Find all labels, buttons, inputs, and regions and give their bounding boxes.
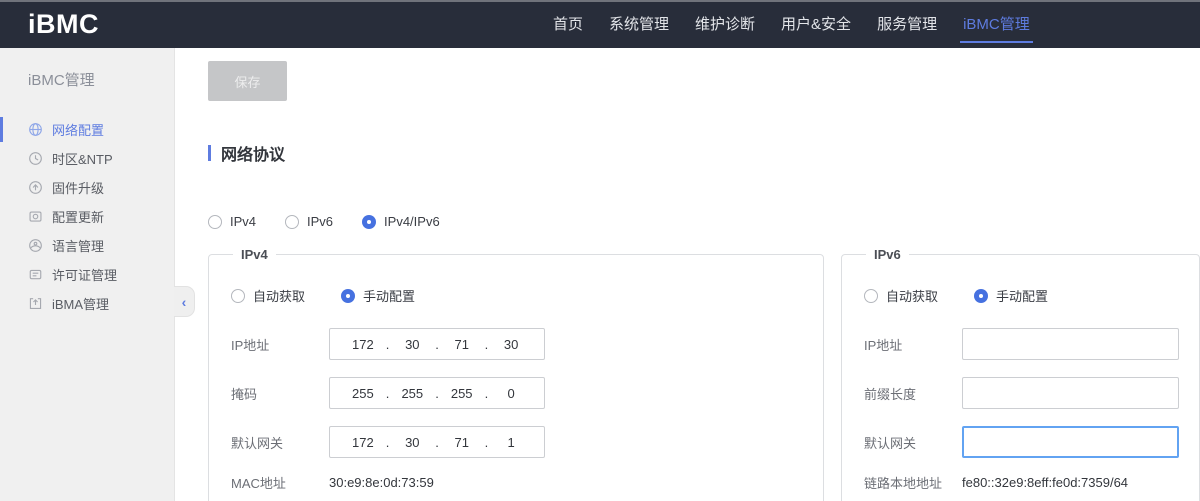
ipv6-link-local-row: 链路本地地址 fe80::32e9:8eff:fe0d:7359/64	[864, 472, 1179, 492]
main-content: 保存 网络协议 IPv4 IPv6 IPv4/IPv6 IPv4	[175, 48, 1200, 501]
nav-item-user-security[interactable]: 用户&安全	[768, 0, 864, 48]
save-button[interactable]: 保存	[208, 61, 287, 101]
ipv4-ip-address-row: IP地址 172 . 30 . 71 . 30	[231, 328, 803, 360]
sidebar-collapse-button[interactable]: ‹	[174, 286, 195, 317]
ipv4-manual-option[interactable]: 手动配置	[341, 286, 415, 305]
sidebar-item-license-management[interactable]: 许可证管理	[0, 260, 174, 289]
top-bar: iBMC 首页 系统管理 维护诊断 用户&安全 服务管理 iBMC管理	[0, 0, 1200, 48]
ip-octet[interactable]: 255	[439, 386, 485, 401]
sidebar: iBMC管理 网络配置 时区&NTP 固件升级	[0, 48, 175, 501]
sidebar-title: iBMC管理	[28, 69, 174, 90]
ipv6-manual-option[interactable]: 手动配置	[974, 286, 1048, 305]
sidebar-item-label: 语言管理	[52, 236, 104, 255]
ip-octet[interactable]: 0	[488, 386, 534, 401]
ipv6-ip-address-row: IP地址	[864, 328, 1179, 360]
sidebar-item-label: 网络配置	[52, 120, 104, 139]
ipv6-panel: IPv6 自动获取 手动配置 IP地址 前缀长度	[841, 247, 1200, 501]
ipv6-gateway-row: 默认网关	[864, 426, 1179, 458]
ipv4-mode-group: 自动获取 手动配置	[231, 286, 803, 305]
radio-selected-icon[interactable]	[974, 289, 988, 303]
ipv6-mode-group: 自动获取 手动配置	[864, 286, 1179, 305]
protocol-option-ipv4[interactable]: IPv4	[208, 214, 256, 229]
protocol-option-ipv4-ipv6[interactable]: IPv4/IPv6	[362, 214, 440, 229]
ipv4-ip-address-input[interactable]: 172 . 30 . 71 . 30	[329, 328, 545, 360]
field-label: 默认网关	[864, 433, 962, 452]
ip-octet[interactable]: 30	[389, 337, 435, 352]
license-icon	[28, 267, 43, 282]
protocol-radio-group: IPv4 IPv6 IPv4/IPv6	[208, 214, 1200, 229]
chevron-left-icon: ‹	[182, 294, 187, 310]
sidebar-item-config-update[interactable]: 配置更新	[0, 202, 174, 231]
ipv6-ip-address-input[interactable]	[962, 328, 1179, 360]
sidebar-item-label: iBMA管理	[52, 294, 109, 313]
sidebar-item-label: 时区&NTP	[52, 149, 113, 168]
ipv6-prefix-length-row: 前缀长度	[864, 377, 1179, 409]
ibma-icon	[28, 296, 43, 311]
radio-icon[interactable]	[208, 215, 222, 229]
sidebar-item-ibma-management[interactable]: iBMA管理	[0, 289, 174, 318]
ipv4-netmask-input[interactable]: 255 . 255 . 255 . 0	[329, 377, 545, 409]
field-label: 前缀长度	[864, 384, 962, 403]
nav-item-home[interactable]: 首页	[540, 0, 596, 48]
ipv4-auto-option[interactable]: 自动获取	[231, 286, 305, 305]
config-update-icon	[28, 209, 43, 224]
field-label: 掩码	[231, 384, 329, 403]
upgrade-icon	[28, 180, 43, 195]
radio-selected-icon[interactable]	[341, 289, 355, 303]
section-network-protocol: 网络协议	[208, 141, 1200, 165]
ip-octet[interactable]: 172	[340, 337, 386, 352]
radio-icon[interactable]	[285, 215, 299, 229]
globe-icon	[28, 122, 43, 137]
top-nav: 首页 系统管理 维护诊断 用户&安全 服务管理 iBMC管理	[540, 0, 1043, 48]
clock-icon	[28, 151, 43, 166]
radio-icon[interactable]	[231, 289, 245, 303]
ip-octet[interactable]: 71	[439, 435, 485, 450]
field-label: MAC地址	[231, 473, 329, 492]
nav-item-system[interactable]: 系统管理	[596, 0, 682, 48]
link-local-address-value: fe80::32e9:8eff:fe0d:7359/64	[962, 475, 1128, 490]
ipv6-gateway-input[interactable]	[962, 426, 1179, 458]
language-icon	[28, 238, 43, 253]
ibmc-logo: iBMC	[28, 9, 99, 40]
ip-octet[interactable]: 1	[488, 435, 534, 450]
ip-octet[interactable]: 71	[439, 337, 485, 352]
section-title-text: 网络协议	[221, 141, 285, 165]
ipv4-netmask-row: 掩码 255 . 255 . 255 . 0	[231, 377, 803, 409]
ipv6-prefix-length-input[interactable]	[962, 377, 1179, 409]
sidebar-item-label: 固件升级	[52, 178, 104, 197]
ip-octet[interactable]: 30	[389, 435, 435, 450]
sidebar-item-language-management[interactable]: 语言管理	[0, 231, 174, 260]
ip-octet[interactable]: 172	[340, 435, 386, 450]
radio-icon[interactable]	[864, 289, 878, 303]
ipv4-legend: IPv4	[233, 247, 276, 262]
ipv6-legend: IPv6	[866, 247, 909, 262]
field-label: 链路本地地址	[864, 473, 962, 492]
field-label: 默认网关	[231, 433, 329, 452]
section-accent-bar	[208, 145, 211, 161]
protocol-option-ipv6[interactable]: IPv6	[285, 214, 333, 229]
mac-address-value: 30:e9:8e:0d:73:59	[329, 475, 434, 490]
ip-octet[interactable]: 255	[389, 386, 435, 401]
sidebar-item-label: 许可证管理	[52, 265, 117, 284]
sidebar-item-label: 配置更新	[52, 207, 104, 226]
sidebar-item-timezone-ntp[interactable]: 时区&NTP	[0, 144, 174, 173]
sidebar-item-network-config[interactable]: 网络配置	[0, 115, 174, 144]
nav-item-maintenance[interactable]: 维护诊断	[682, 0, 768, 48]
ip-octet[interactable]: 30	[488, 337, 534, 352]
field-label: IP地址	[231, 335, 329, 354]
nav-item-services[interactable]: 服务管理	[864, 0, 950, 48]
ip-octet[interactable]: 255	[340, 386, 386, 401]
sidebar-item-firmware-upgrade[interactable]: 固件升级	[0, 173, 174, 202]
ipv4-gateway-input[interactable]: 172 . 30 . 71 . 1	[329, 426, 545, 458]
ipv6-auto-option[interactable]: 自动获取	[864, 286, 938, 305]
nav-item-ibmc-management[interactable]: iBMC管理	[950, 0, 1043, 48]
ipv4-mac-row: MAC地址 30:e9:8e:0d:73:59	[231, 472, 803, 492]
radio-selected-icon[interactable]	[362, 215, 376, 229]
field-label: IP地址	[864, 335, 962, 354]
ipv4-gateway-row: 默认网关 172 . 30 . 71 . 1	[231, 426, 803, 458]
ipv4-panel: IPv4 自动获取 手动配置 IP地址 172 .	[208, 247, 824, 501]
sidebar-menu: 网络配置 时区&NTP 固件升级 配置更新	[0, 115, 174, 318]
